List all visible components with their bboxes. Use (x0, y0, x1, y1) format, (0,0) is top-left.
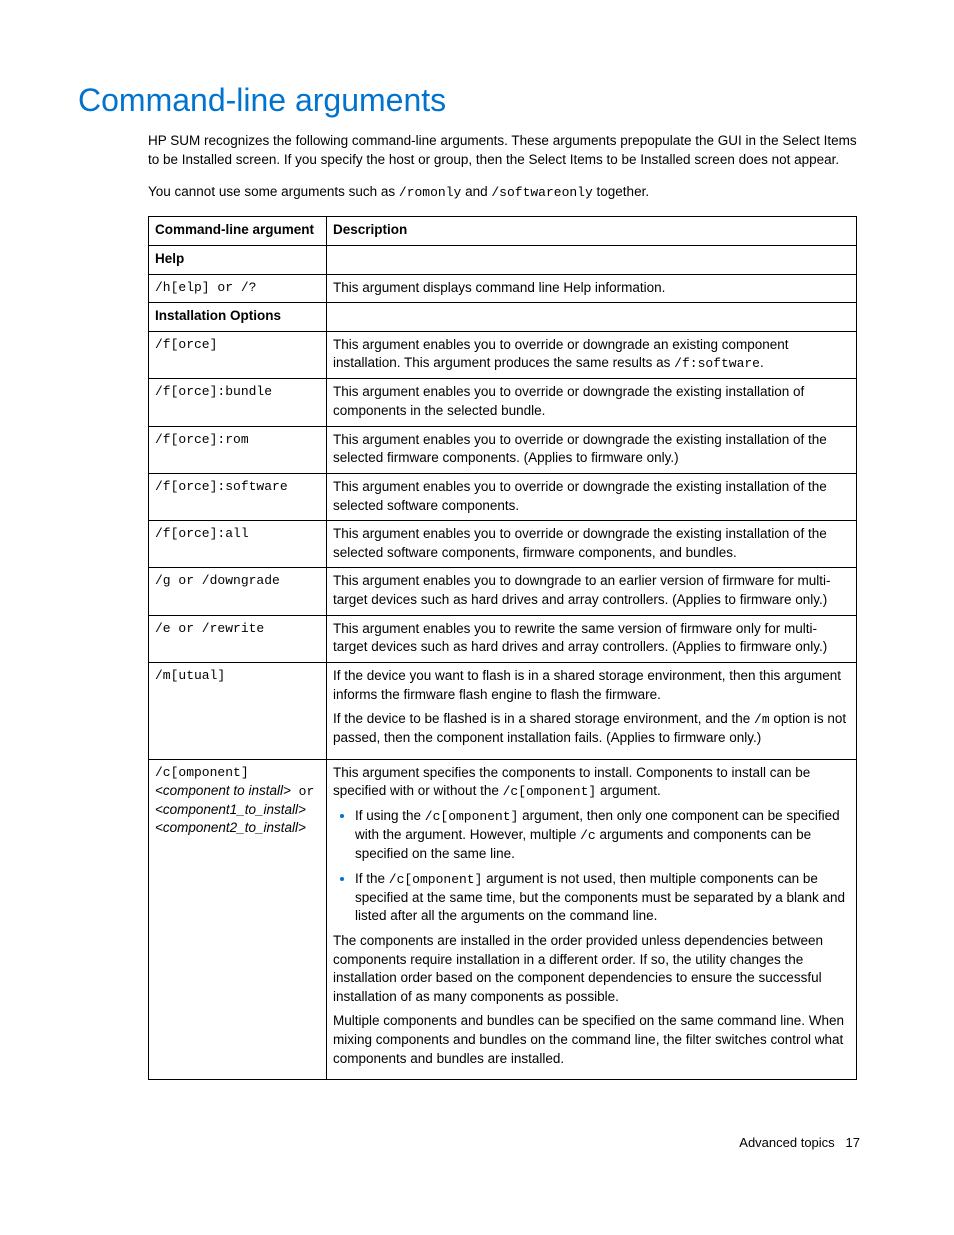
footer-page-number: 17 (846, 1135, 860, 1150)
arguments-table: Command-line argument Description Help /… (148, 216, 857, 1080)
table-row: /h[elp] or /? This argument displays com… (149, 274, 857, 303)
arg-force-bundle: /f[orce]:bundle (149, 379, 327, 426)
desc-force-rom: This argument enables you to override or… (327, 426, 857, 473)
col-header-argument: Command-line argument (149, 217, 327, 246)
arg-help: /h[elp] or /? (149, 274, 327, 303)
table-row: /c[omponent] <component to install> or <… (149, 759, 857, 1080)
table-row: /e or /rewrite This argument enables you… (149, 615, 857, 662)
desc-force: This argument enables you to override or… (327, 331, 857, 379)
desc-mutual: If the device you want to flash is in a … (327, 662, 857, 759)
table-row: /f[orce]:software This argument enables … (149, 473, 857, 520)
arg-force-software: /f[orce]:software (149, 473, 327, 520)
table-row: /g or /downgrade This argument enables y… (149, 568, 857, 615)
table-row: /f[orce]:bundle This argument enables yo… (149, 379, 857, 426)
desc-force-all: This argument enables you to override or… (327, 521, 857, 568)
arg-mutual: /m[utual] (149, 662, 327, 759)
desc-help: This argument displays command line Help… (327, 274, 857, 303)
intro-paragraph-2: You cannot use some arguments such as /r… (148, 183, 866, 202)
table-row: /f[orce] This argument enables you to ov… (149, 331, 857, 379)
table-header-row: Command-line argument Description (149, 217, 857, 246)
section-install: Installation Options (149, 303, 327, 332)
table-row: Help (149, 245, 857, 274)
desc-rewrite: This argument enables you to rewrite the… (327, 615, 857, 662)
list-item: If the /c[omponent] argument is not used… (355, 870, 850, 926)
col-header-description: Description (327, 217, 857, 246)
desc-force-software: This argument enables you to override or… (327, 473, 857, 520)
table-row: /f[orce]:rom This argument enables you t… (149, 426, 857, 473)
table-row: Installation Options (149, 303, 857, 332)
arg-force-rom: /f[orce]:rom (149, 426, 327, 473)
arg-rewrite: /e or /rewrite (149, 615, 327, 662)
page-footer: Advanced topics 17 (78, 1134, 866, 1152)
intro-paragraph-1: HP SUM recognizes the following command-… (148, 132, 866, 169)
desc-component: This argument specifies the components t… (327, 759, 857, 1080)
desc-force-bundle: This argument enables you to override or… (327, 379, 857, 426)
section-help: Help (149, 245, 327, 274)
table-row: /f[orce]:all This argument enables you t… (149, 521, 857, 568)
table-row: /m[utual] If the device you want to flas… (149, 662, 857, 759)
arg-downgrade: /g or /downgrade (149, 568, 327, 615)
footer-section: Advanced topics (739, 1135, 834, 1150)
arg-component: /c[omponent] <component to install> or <… (149, 759, 327, 1080)
page-title: Command-line arguments (78, 78, 866, 122)
arg-force: /f[orce] (149, 331, 327, 379)
desc-downgrade: This argument enables you to downgrade t… (327, 568, 857, 615)
list-item: If using the /c[omponent] argument, then… (355, 807, 850, 864)
arg-force-all: /f[orce]:all (149, 521, 327, 568)
